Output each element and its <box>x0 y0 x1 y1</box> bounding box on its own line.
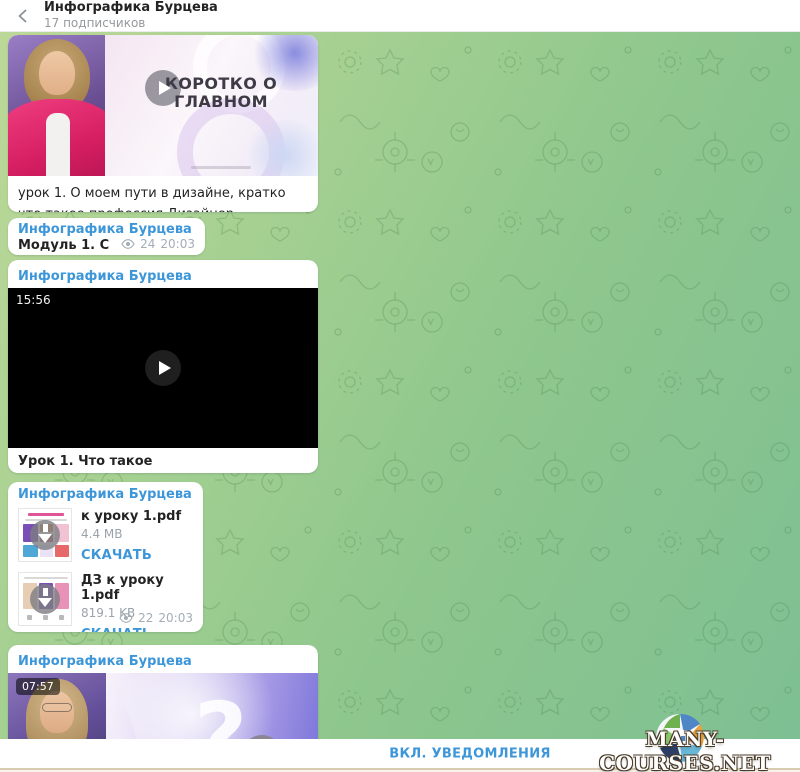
back-button[interactable] <box>8 3 38 29</box>
message-text-1: Инфографика Бурцева Модуль 1. С чего нач… <box>8 218 205 255</box>
views-eye-icon <box>121 239 135 249</box>
presenter-photo <box>8 35 105 176</box>
play-icon <box>159 361 171 375</box>
message-caption: урок 1. О моем пути в дизайне, кратко чт… <box>8 176 318 212</box>
download-icon <box>30 584 60 614</box>
message-meta: 22 20:03 <box>119 611 193 625</box>
video-thumbnail-1[interactable]: КОРОТКО О ГЛАВНОМ <box>8 35 318 176</box>
file-size: 4.4 MB <box>81 527 181 541</box>
download-link[interactable]: СКАЧАТЬ <box>81 627 193 632</box>
message-files: Инфографика Бурцева к уроку 1.pdf 4.4 MB… <box>8 482 203 632</box>
chat-subscribers: 17 подписчиков <box>44 17 218 31</box>
file-name: к уроку 1.pdf <box>81 509 181 524</box>
chat-header[interactable]: Инфографика Бурцева 17 подписчиков <box>0 0 800 32</box>
message-text: Модуль 1. С чего начать? <box>18 238 111 255</box>
thumbnail-art: КОРОТКО О ГЛАВНОМ <box>105 35 318 176</box>
file-thumbnail[interactable] <box>18 572 72 626</box>
video-duration-badge: 07:57 <box>16 678 60 695</box>
chat-header-info[interactable]: Инфографика Бурцева 17 подписчиков <box>44 1 218 31</box>
message-video-2: Инфографика Бурцева 15:56 Урок 1. Что та… <box>8 260 318 473</box>
message-time: 20:03 <box>273 472 308 473</box>
views-count: 22 <box>138 611 153 625</box>
message-time: 20:03 <box>158 611 193 625</box>
message-video-1: КОРОТКО О ГЛАВНОМ урок 1. О моем пути в … <box>8 35 318 212</box>
file-name: ДЗ к уроку 1.pdf <box>81 573 193 603</box>
play-button[interactable] <box>145 70 181 106</box>
video-thumbnail-2[interactable]: 15:56 <box>8 288 318 448</box>
chat-title: Инфографика Бурцева <box>44 1 218 16</box>
bottom-action-bar: ВКЛ. УВЕДОМЛЕНИЯ <box>0 739 800 768</box>
channel-name-link[interactable]: Инфографика Бурцева <box>18 654 192 669</box>
file-item[interactable]: к уроку 1.pdf 4.4 MB СКАЧАТЬ <box>18 508 193 563</box>
telegram-channel-window: Инфографика Бурцева 17 подписчиков КОРОТ… <box>0 0 800 772</box>
play-button[interactable] <box>145 350 181 386</box>
channel-name-link[interactable]: Инфографика Бурцева <box>18 269 192 284</box>
file-thumbnail[interactable] <box>18 508 72 562</box>
channel-name-link[interactable]: Инфографика Бурцева <box>18 487 193 502</box>
play-icon <box>159 81 171 95</box>
message-caption: Урок 1. Что такое инфографика? Карточка … <box>8 448 318 473</box>
message-meta: 24 20:03 <box>234 472 308 473</box>
views-count: 24 <box>253 472 268 473</box>
thumbnail-watermark <box>191 166 251 169</box>
channel-name-link[interactable]: Инфографика Бурцева <box>18 222 195 237</box>
message-time: 20:03 <box>160 237 195 251</box>
views-count: 24 <box>140 237 155 251</box>
download-link[interactable]: СКАЧАТЬ <box>81 548 181 563</box>
message-meta: 24 20:03 <box>121 237 195 251</box>
enable-notifications-button[interactable]: ВКЛ. УВЕДОМЛЕНИЯ <box>389 746 550 761</box>
caption-text: урок 1. О моем пути в дизайне, кратко чт… <box>18 186 286 212</box>
video-duration: 15:56 <box>16 293 51 307</box>
arrow-left-icon <box>15 8 31 24</box>
views-eye-icon <box>119 613 133 623</box>
download-icon <box>30 520 60 550</box>
caption-text: Урок 1. Что такое инфографика? Карточка … <box>18 453 226 473</box>
